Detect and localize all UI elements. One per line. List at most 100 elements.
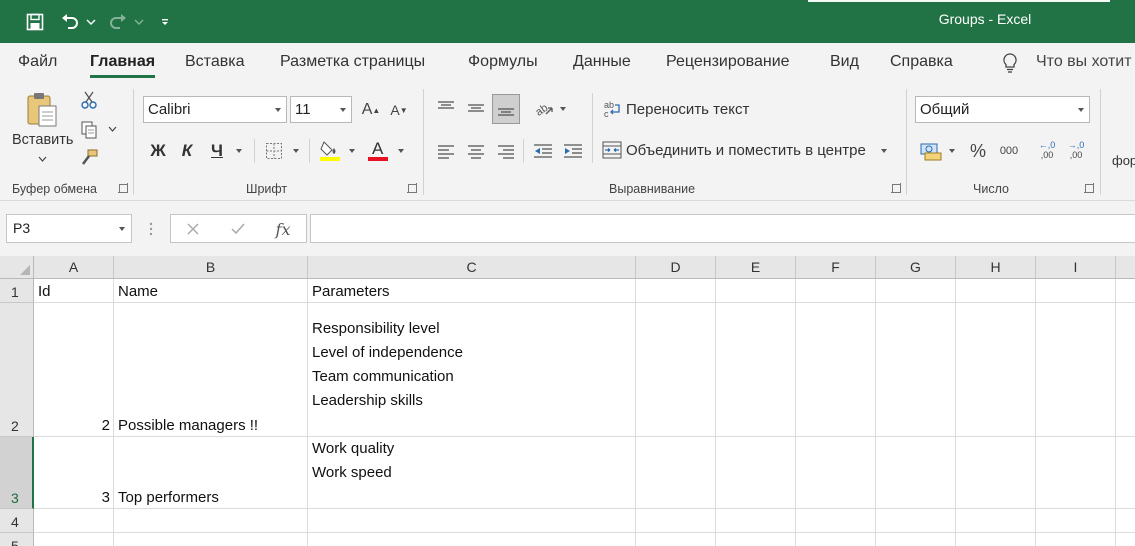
align-middle-icon[interactable] [464, 96, 488, 120]
tab-page-layout[interactable]: Разметка страницы [280, 53, 425, 71]
font-name-select[interactable]: Calibri [143, 96, 287, 123]
tab-home[interactable]: Главная [90, 53, 156, 78]
column-header-b[interactable]: B [114, 256, 308, 279]
cancel-icon[interactable] [183, 220, 203, 238]
styles-group-partial[interactable]: фор [1112, 153, 1135, 168]
cell-a3[interactable]: 3 [38, 489, 110, 506]
decrease-font-size-icon[interactable]: A ▼ [388, 99, 410, 121]
column-header-f[interactable]: F [796, 256, 876, 279]
cell-c2[interactable]: Responsibility level Level of independen… [312, 317, 463, 413]
tab-help[interactable]: Справка [890, 53, 953, 71]
row-header-4[interactable]: 4 [0, 509, 34, 533]
row-header-3[interactable]: 3 [0, 437, 34, 509]
percent-style-button[interactable]: % [966, 139, 990, 163]
number-launcher-icon[interactable] [1084, 183, 1094, 193]
font-launcher-icon[interactable] [407, 183, 417, 193]
tell-me-search[interactable]: Что вы хотит [1036, 53, 1132, 71]
borders-icon[interactable] [262, 139, 286, 163]
decrease-decimal-button[interactable]: →,0 ,00 [1063, 135, 1089, 165]
bold-button[interactable]: Ж [148, 139, 168, 163]
fill-color-dropdown-icon[interactable] [346, 147, 358, 155]
undo-dropdown-icon[interactable] [84, 10, 98, 34]
undo-icon[interactable] [58, 10, 82, 34]
font-color-dropdown-icon[interactable] [395, 147, 407, 155]
tab-data[interactable]: Данные [573, 53, 631, 71]
cell-b2[interactable]: Possible managers !! [118, 417, 258, 434]
align-right-icon[interactable] [494, 139, 518, 163]
row-header-5[interactable]: 5 [0, 533, 34, 546]
fill-color-icon[interactable] [318, 137, 342, 163]
insert-function-icon[interactable]: fx [271, 219, 295, 239]
column-header-i[interactable]: I [1036, 256, 1116, 279]
cell-a2[interactable]: 2 [38, 417, 110, 434]
copy-dropdown-icon[interactable] [106, 125, 118, 133]
number-format-value: Общий [920, 101, 970, 118]
format-painter-icon[interactable] [78, 147, 100, 169]
paste-icon[interactable] [22, 89, 62, 129]
merge-center-icon[interactable] [602, 139, 622, 161]
align-top-icon[interactable] [434, 96, 458, 120]
lightbulb-icon[interactable] [1000, 52, 1020, 74]
name-box[interactable]: P3 [6, 214, 132, 243]
redo-icon[interactable] [106, 10, 130, 34]
wrap-text-button[interactable]: Переносить текст [626, 101, 749, 118]
underline-button[interactable]: Ч [206, 139, 228, 163]
row-header-2[interactable]: 2 [0, 303, 34, 437]
font-size-select[interactable]: 11 [290, 96, 352, 123]
column-header-g[interactable]: G [876, 256, 956, 279]
borders-dropdown-icon[interactable] [290, 147, 302, 155]
decrease-indent-icon[interactable] [531, 139, 555, 163]
row-header-1[interactable]: 1 [0, 279, 34, 303]
font-color-icon[interactable]: A [366, 137, 390, 163]
paste-button[interactable]: Вставить [12, 132, 73, 148]
redo-dropdown-icon[interactable] [132, 10, 146, 34]
clipboard-launcher-icon[interactable] [118, 183, 128, 193]
italic-button[interactable]: К [177, 139, 197, 163]
tab-formulas[interactable]: Формулы [468, 53, 538, 71]
formula-bar-grip-icon[interactable] [146, 219, 156, 239]
merge-center-button[interactable]: Объединить и поместить в центре [626, 142, 866, 159]
cut-icon[interactable] [78, 89, 100, 111]
tab-file[interactable]: Файл [18, 53, 57, 71]
align-bottom-icon[interactable] [492, 94, 520, 124]
select-all-button[interactable] [0, 256, 34, 279]
column-header-a[interactable]: A [34, 256, 114, 279]
paste-dropdown-icon[interactable] [36, 155, 48, 163]
align-left-icon[interactable] [434, 139, 458, 163]
orientation-dropdown-icon[interactable] [557, 105, 569, 113]
merge-dropdown-icon[interactable] [878, 147, 890, 155]
underline-dropdown-icon[interactable] [233, 147, 245, 155]
wrap-text-icon[interactable]: ab c [602, 98, 622, 120]
orientation-icon[interactable]: ab [532, 96, 556, 120]
column-header-e[interactable]: E [716, 256, 796, 279]
column-header-c[interactable]: C [308, 256, 636, 279]
formula-input[interactable] [310, 214, 1135, 243]
comma-style-button[interactable]: 000 [996, 139, 1022, 163]
worksheet-grid[interactable]: A B C D E F G H I 1 2 3 4 5 Id Name Para… [0, 256, 1135, 546]
increase-decimal-top: ←,0 [1038, 140, 1056, 150]
accounting-format-icon[interactable] [918, 138, 944, 164]
copy-icon[interactable] [78, 119, 100, 141]
increase-decimal-button[interactable]: ←,0 ,00 [1034, 135, 1060, 165]
save-icon[interactable] [22, 10, 48, 34]
accounting-dropdown-icon[interactable] [946, 147, 958, 155]
cell-b3[interactable]: Top performers [118, 489, 219, 506]
tab-insert[interactable]: Вставка [185, 53, 244, 71]
increase-indent-icon[interactable] [561, 139, 585, 163]
cell-c3[interactable]: Work quality Work speed [312, 437, 394, 485]
cell-a1[interactable]: Id [38, 283, 51, 300]
column-header-h[interactable]: H [956, 256, 1036, 279]
enter-icon[interactable] [228, 220, 248, 238]
column-header-d[interactable]: D [636, 256, 716, 279]
gridline [34, 532, 1135, 533]
alignment-launcher-icon[interactable] [891, 183, 901, 193]
align-center-icon[interactable] [464, 139, 488, 163]
group-separator [133, 89, 134, 195]
cell-b1[interactable]: Name [118, 283, 158, 300]
increase-font-size-icon[interactable]: A ▲ [360, 99, 382, 121]
number-format-select[interactable]: Общий [915, 96, 1090, 123]
cell-c1[interactable]: Parameters [312, 283, 390, 300]
tab-review[interactable]: Рецензирование [666, 53, 790, 71]
customize-qat-icon[interactable] [158, 10, 172, 34]
tab-view[interactable]: Вид [830, 53, 859, 71]
